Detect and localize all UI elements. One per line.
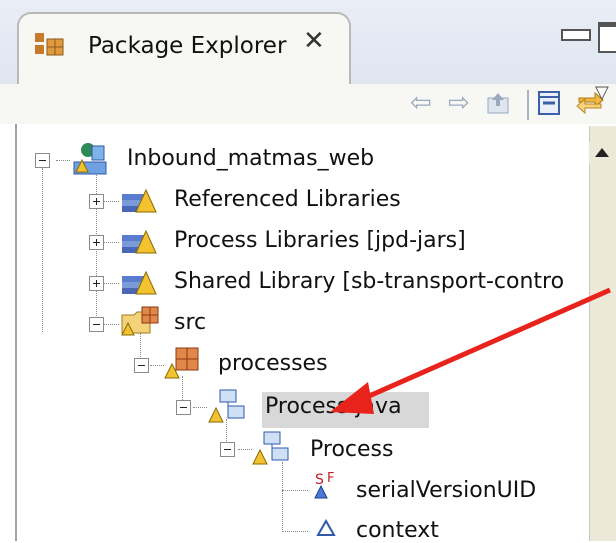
tree-item-label[interactable]: processes: [218, 351, 328, 376]
tree-connector: [103, 324, 119, 325]
scroll-up-button[interactable]: [589, 142, 616, 164]
package-explorer-icon: [35, 33, 64, 56]
class-icon: [252, 431, 289, 465]
tree-connector: [150, 365, 164, 366]
vertical-scrollbar[interactable]: [589, 126, 616, 541]
back-arrow-icon[interactable]: ⇦: [410, 88, 432, 118]
package-icon: [164, 347, 199, 379]
collapse-toggle[interactable]: [89, 317, 104, 332]
svg-text:F: F: [327, 471, 334, 486]
web-project-icon: [73, 143, 107, 175]
tree-connector: [56, 160, 70, 161]
tree-connector: [282, 531, 308, 532]
tree-item-label[interactable]: Process Libraries [jpd-jars]: [174, 228, 466, 253]
toolbar-separator: [527, 90, 529, 120]
view-title: Package Explorer: [88, 33, 287, 59]
tree-connector: [282, 490, 308, 491]
tree-item-label[interactable]: Referenced Libraries: [174, 187, 401, 212]
forward-arrow-icon[interactable]: ⇨: [448, 88, 470, 118]
tree-item-label[interactable]: serialVersionUID: [356, 478, 536, 503]
collapse-toggle[interactable]: [176, 400, 191, 415]
expand-toggle[interactable]: [89, 194, 104, 209]
tree-item-label[interactable]: context: [356, 518, 439, 543]
tree-connector: [238, 449, 252, 450]
source-folder-icon: [121, 306, 159, 336]
tree-item-label[interactable]: Inbound_matmas_web: [127, 146, 374, 171]
collapse-toggle[interactable]: [134, 358, 149, 373]
tree-connector: [103, 242, 119, 243]
view-toolbar: [0, 84, 616, 124]
library-icon: [122, 229, 157, 254]
library-icon: [122, 270, 157, 295]
collapse-toggle[interactable]: [35, 153, 50, 168]
static-final-field-icon: S F: [314, 471, 334, 499]
up-folder-icon[interactable]: [485, 90, 511, 116]
tree-item-label[interactable]: Process: [310, 437, 393, 462]
tree-connector: [193, 407, 207, 408]
collapse-all-icon[interactable]: [537, 90, 561, 116]
field-icon: [316, 518, 336, 536]
minimize-button[interactable]: [561, 29, 591, 41]
expand-toggle[interactable]: [89, 235, 104, 250]
expand-toggle[interactable]: [89, 276, 104, 291]
library-icon: [122, 188, 157, 213]
close-view-icon[interactable]: ✕: [303, 28, 325, 54]
tree-connector: [282, 462, 283, 532]
java-file-icon: [208, 389, 245, 423]
tree-item-label[interactable]: src: [174, 310, 206, 335]
tree-item-label-selected[interactable]: Process.java: [265, 394, 402, 419]
tree-connector: [103, 201, 119, 202]
tree-connector: [103, 283, 119, 284]
tree-item-label[interactable]: Shared Library [sb-transport-contro: [174, 269, 584, 294]
svg-text:S: S: [315, 472, 324, 488]
view-menu-icon[interactable]: ▽: [595, 82, 609, 103]
maximize-button[interactable]: [598, 22, 616, 53]
collapse-toggle[interactable]: [220, 442, 235, 457]
tree-connector: [42, 168, 43, 332]
